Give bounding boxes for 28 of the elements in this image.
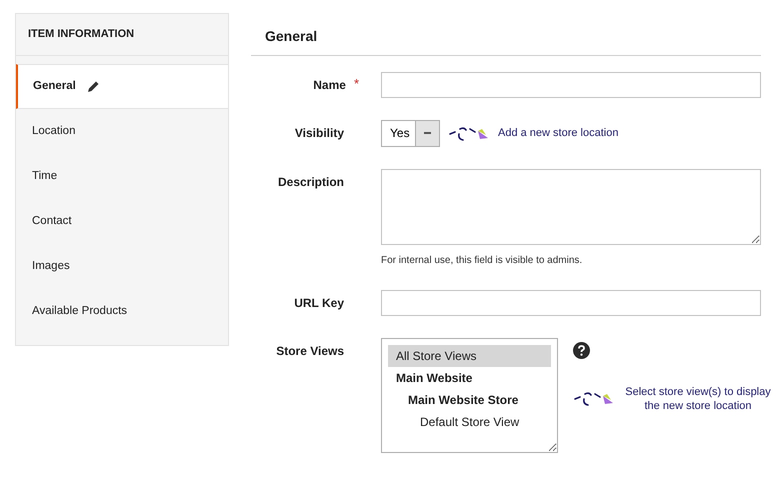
sidebar-title: ITEM INFORMATION <box>28 27 134 42</box>
field-label: Store Views <box>276 343 344 360</box>
required-mark: * <box>354 76 359 92</box>
sidebar-tab[interactable]: Time <box>16 154 228 199</box>
sidebar-tab[interactable]: Available Products <box>16 289 228 334</box>
field-label: Visibility <box>294 125 344 142</box>
text-field[interactable] <box>381 72 761 98</box>
sidebar-tab[interactable]: Images <box>16 244 228 289</box>
sidebar-tab[interactable]: General <box>16 64 228 109</box>
help-icon[interactable] <box>573 342 590 359</box>
field-label: Description <box>278 174 344 191</box>
field-note: For internal use, this field is visible to admins. <box>381 254 584 268</box>
text-field[interactable] <box>381 290 761 316</box>
store-view-option[interactable]: Main Website <box>388 367 551 389</box>
sidebar-tab[interactable]: Contact <box>16 199 228 244</box>
visibility-dropdown[interactable]: Yes <box>381 120 440 147</box>
section-title: General <box>265 27 318 46</box>
caret-icon <box>424 132 431 135</box>
store-view-option[interactable]: Main Website Store <box>388 389 551 411</box>
annotation-text: Add a new store location <box>498 126 618 142</box>
store-views-list[interactable]: All Store Views Main Website Main Website Store Default Store View <box>381 338 558 453</box>
store-view-option[interactable]: Default Store View <box>388 411 551 433</box>
annotation-text: Select store view(s) to display the new store location <box>624 385 772 413</box>
description-field[interactable] <box>381 169 761 245</box>
store-view-option[interactable]: All Store Views <box>388 345 551 367</box>
field-label: URL Key <box>294 295 344 312</box>
field-label: Name <box>313 77 346 94</box>
sidebar-tab[interactable]: Location <box>16 109 228 154</box>
